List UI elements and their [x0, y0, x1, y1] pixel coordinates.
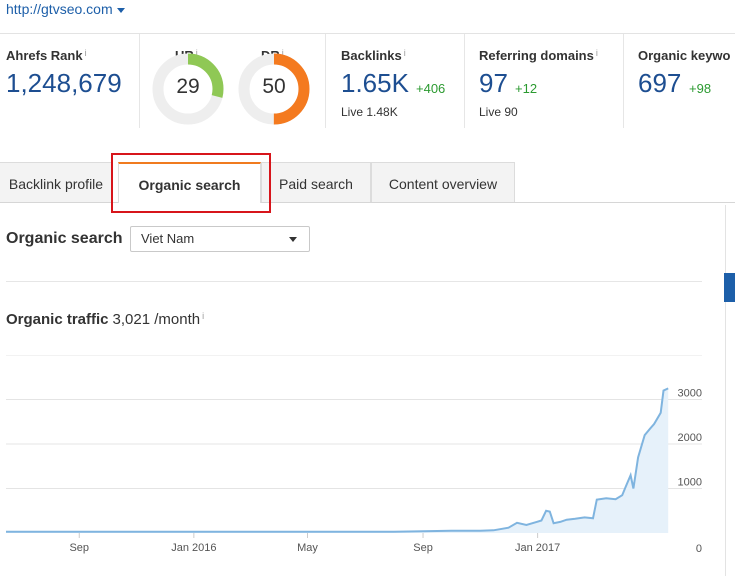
url-dropdown-caret-icon[interactable] [116, 7, 125, 13]
traffic-line [6, 387, 669, 533]
backlinks-info-icon[interactable]: i [404, 48, 406, 58]
x-tick-label: May [297, 542, 318, 554]
organic-traffic-info-icon[interactable]: i [202, 311, 204, 321]
metric-referring-domains: Referring domains i 97 +12 Live 90 [465, 34, 623, 130]
referring-domains-info-icon[interactable]: i [596, 48, 598, 58]
y-axis-ticks: 40003000200010000 [678, 388, 702, 556]
backlinks-value[interactable]: 1.65K [341, 68, 409, 99]
tab-backlink-profile[interactable]: Backlink profile [0, 162, 113, 202]
organic-keywords-label: Organic keywo [638, 48, 731, 63]
ahrefs-rank-info-icon[interactable]: i [85, 48, 87, 58]
ahrefs-rank-value: 1,248,679 [6, 68, 122, 98]
y-tick-label: 3000 [678, 388, 702, 400]
country-select[interactable]: Viet Nam [130, 226, 310, 252]
backlinks-delta: +406 [416, 81, 446, 96]
referring-domains-label: Referring domains [479, 48, 594, 63]
x-axis-ticks: Sep Jan 2016 May Sep Jan 2017 [69, 533, 560, 554]
chart-grid [6, 355, 702, 489]
dr-value: 50 [262, 75, 286, 98]
ahrefs-rank-label: Ahrefs Rank [6, 48, 83, 63]
organic-traffic-header: Organic traffic 3,021 /month i [6, 311, 204, 328]
site-url-link[interactable]: http://gtvseo.com [6, 1, 113, 17]
chevron-down-icon [289, 237, 297, 242]
backlinks-label: Backlinks [341, 48, 402, 63]
tab-content-overview[interactable]: Content overview [371, 162, 515, 202]
organic-traffic-value: 3,021 /month [112, 311, 201, 328]
site-url-row[interactable]: http://gtvseo.com [6, 0, 125, 18]
x-tick-label: Jan 2017 [515, 542, 560, 554]
y-tick-label: 0 [696, 543, 702, 555]
ur-value: 29 [176, 75, 200, 98]
referring-domains-live: Live 90 [479, 105, 518, 119]
section-divider [6, 281, 702, 282]
backlinks-live: Live 1.48K [341, 105, 398, 119]
right-panel-divider [725, 205, 726, 576]
section-title: Organic search [6, 230, 123, 247]
tab-paid-search[interactable]: Paid search [261, 162, 371, 202]
y-tick-label: 1000 [678, 477, 702, 489]
metric-backlinks: Backlinks i 1.65K +406 Live 1.48K [326, 34, 464, 130]
x-tick-label: Jan 2016 [171, 542, 216, 554]
metric-ahrefs-rank: Ahrefs Rank i 1,248,679 [0, 34, 140, 130]
traffic-area [6, 388, 669, 533]
referring-domains-value[interactable]: 97 [479, 68, 508, 99]
country-select-value: Viet Nam [141, 231, 195, 246]
metrics-strip: Ahrefs Rank i 1,248,679 UR i 29 DR i 50 Bac… [0, 33, 735, 130]
metric-organic-keywords: Organic keywo 697 +98 [624, 34, 735, 130]
tab-organic-search[interactable]: Organic search [118, 162, 261, 203]
referring-domains-delta: +12 [515, 81, 538, 96]
metric-ur-dr: UR i 29 DR i 50 [140, 34, 325, 130]
x-tick-label: Sep [413, 542, 433, 554]
organic-traffic-chart: 40003000200010000 SepJan 2016MaySepJan 2… [6, 355, 702, 556]
organic-traffic-label: Organic traffic [6, 311, 109, 328]
x-tick-label: Sep [69, 542, 89, 554]
organic-keywords-value[interactable]: 697 [638, 68, 681, 99]
organic-keywords-delta: +98 [689, 81, 712, 96]
side-panel-toggle[interactable] [724, 273, 735, 302]
report-tabs: Backlink profile Organic search Paid sea… [0, 162, 735, 203]
y-tick-label: 2000 [678, 432, 702, 444]
